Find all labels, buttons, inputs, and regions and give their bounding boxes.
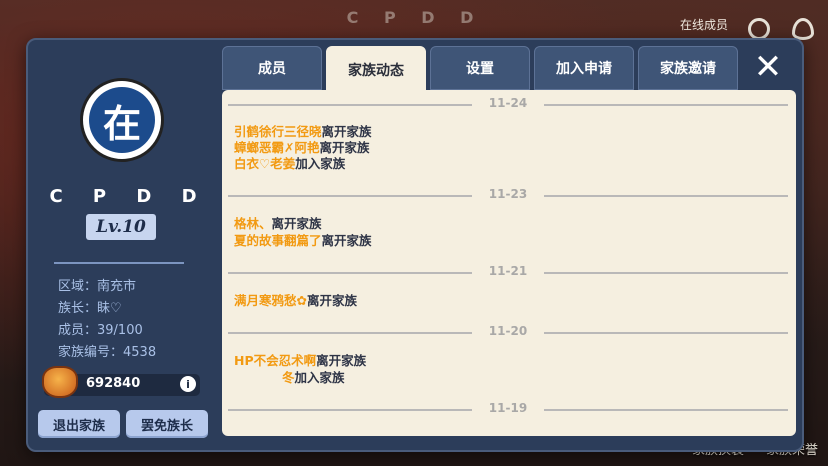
date-label: 11-21 xyxy=(488,264,528,278)
news-entry: 白衣♡老姜加入家族 xyxy=(234,156,345,172)
tab-settings[interactable]: 设置 xyxy=(430,46,530,90)
news-action: 离开家族 xyxy=(321,233,372,248)
tab-join-requests[interactable]: 加入申请 xyxy=(534,46,634,90)
gear-icon[interactable] xyxy=(748,18,770,40)
news-entry: 夏的故事翻篇了离开家族 xyxy=(234,233,372,249)
tab-family-news[interactable]: 家族动态 xyxy=(326,46,426,94)
date-separator: 11-19 xyxy=(228,401,788,416)
news-action: 离开家族 xyxy=(271,216,322,231)
news-entry: 蟑螂恶霸✗阿艳离开家族 xyxy=(234,140,370,156)
family-id-text: 家族编号：4538 xyxy=(58,345,157,360)
player-name[interactable]: 蟑螂恶霸✗阿艳 xyxy=(234,140,319,155)
player-name[interactable]: 引鹤徐行三径晓 xyxy=(234,124,322,139)
news-action: 离开家族 xyxy=(316,353,367,368)
player-name[interactable]: 格林、 xyxy=(234,216,272,231)
news-action: 离开家族 xyxy=(319,140,370,155)
leader-text: 族长：眛♡ xyxy=(58,301,122,316)
family-level-badge: Lv.10 xyxy=(86,214,156,240)
date-separator: 11-23 xyxy=(228,187,788,202)
family-funds-value: 692840 xyxy=(86,376,141,391)
background-title: C P D D xyxy=(346,8,484,27)
online-members-label[interactable]: 在线成员 xyxy=(680,16,728,33)
news-action: 离开家族 xyxy=(306,293,357,308)
info-icon[interactable]: i xyxy=(180,376,196,392)
news-action: 离开家族 xyxy=(321,124,372,139)
family-news-feed[interactable]: 11-24 引鹤徐行三径晓离开家族 蟑螂恶霸✗阿艳离开家族 白衣♡老姜加入家族 … xyxy=(222,90,796,436)
news-entry: 满月寒鸦愁✿离开家族 xyxy=(234,293,357,309)
tab-members[interactable]: 成员 xyxy=(222,46,322,90)
news-action: 加入家族 xyxy=(294,370,345,385)
date-separator: 11-21 xyxy=(228,264,788,279)
coin-bag-icon xyxy=(42,366,78,398)
news-action: 加入家族 xyxy=(295,156,346,171)
news-entry: 格林、离开家族 xyxy=(234,216,322,232)
date-label: 11-19 xyxy=(488,401,528,415)
date-label: 11-24 xyxy=(488,96,528,110)
news-entry: HP不会忍术啊离开家族 xyxy=(234,353,366,369)
date-label: 11-20 xyxy=(488,324,528,338)
region-text: 区域：南充市 xyxy=(58,279,137,294)
emblem-char: 在 xyxy=(89,87,155,153)
player-name[interactable]: 白衣♡老姜 xyxy=(234,156,295,171)
news-entry: 冬加入家族 xyxy=(282,370,345,386)
quit-family-button[interactable]: 退出家族 xyxy=(38,410,120,438)
player-name[interactable]: HP不会忍术啊 xyxy=(234,353,316,368)
members-text: 成员：39/100 xyxy=(58,323,143,338)
date-separator: 11-24 xyxy=(228,96,788,111)
close-icon[interactable]: ✕ xyxy=(752,50,784,84)
date-separator: 11-20 xyxy=(228,324,788,339)
player-name[interactable]: 冬 xyxy=(282,370,295,385)
tab-family-invites[interactable]: 家族邀请 xyxy=(638,46,738,90)
family-panel: 在 C P D D Lv.10 区域：南充市 族长：眛♡ 成员：39/100 家… xyxy=(26,38,804,452)
player-name[interactable]: 夏的故事翻篇了 xyxy=(234,233,322,248)
family-emblem: 在 xyxy=(80,78,164,162)
impeach-leader-button[interactable]: 罢免族长 xyxy=(126,410,208,438)
family-info-list: 区域：南充市 族长：眛♡ 成员：39/100 家族编号：4538 xyxy=(58,276,156,364)
family-name: C P D D xyxy=(49,186,209,207)
news-entry: 引鹤徐行三径晓离开家族 xyxy=(234,124,372,140)
date-label: 11-23 xyxy=(488,187,528,201)
sidebar-divider xyxy=(54,262,184,264)
player-name[interactable]: 满月寒鸦愁✿ xyxy=(234,293,307,308)
family-info-sidebar: 在 C P D D Lv.10 区域：南充市 族长：眛♡ 成员：39/100 家… xyxy=(28,40,218,450)
